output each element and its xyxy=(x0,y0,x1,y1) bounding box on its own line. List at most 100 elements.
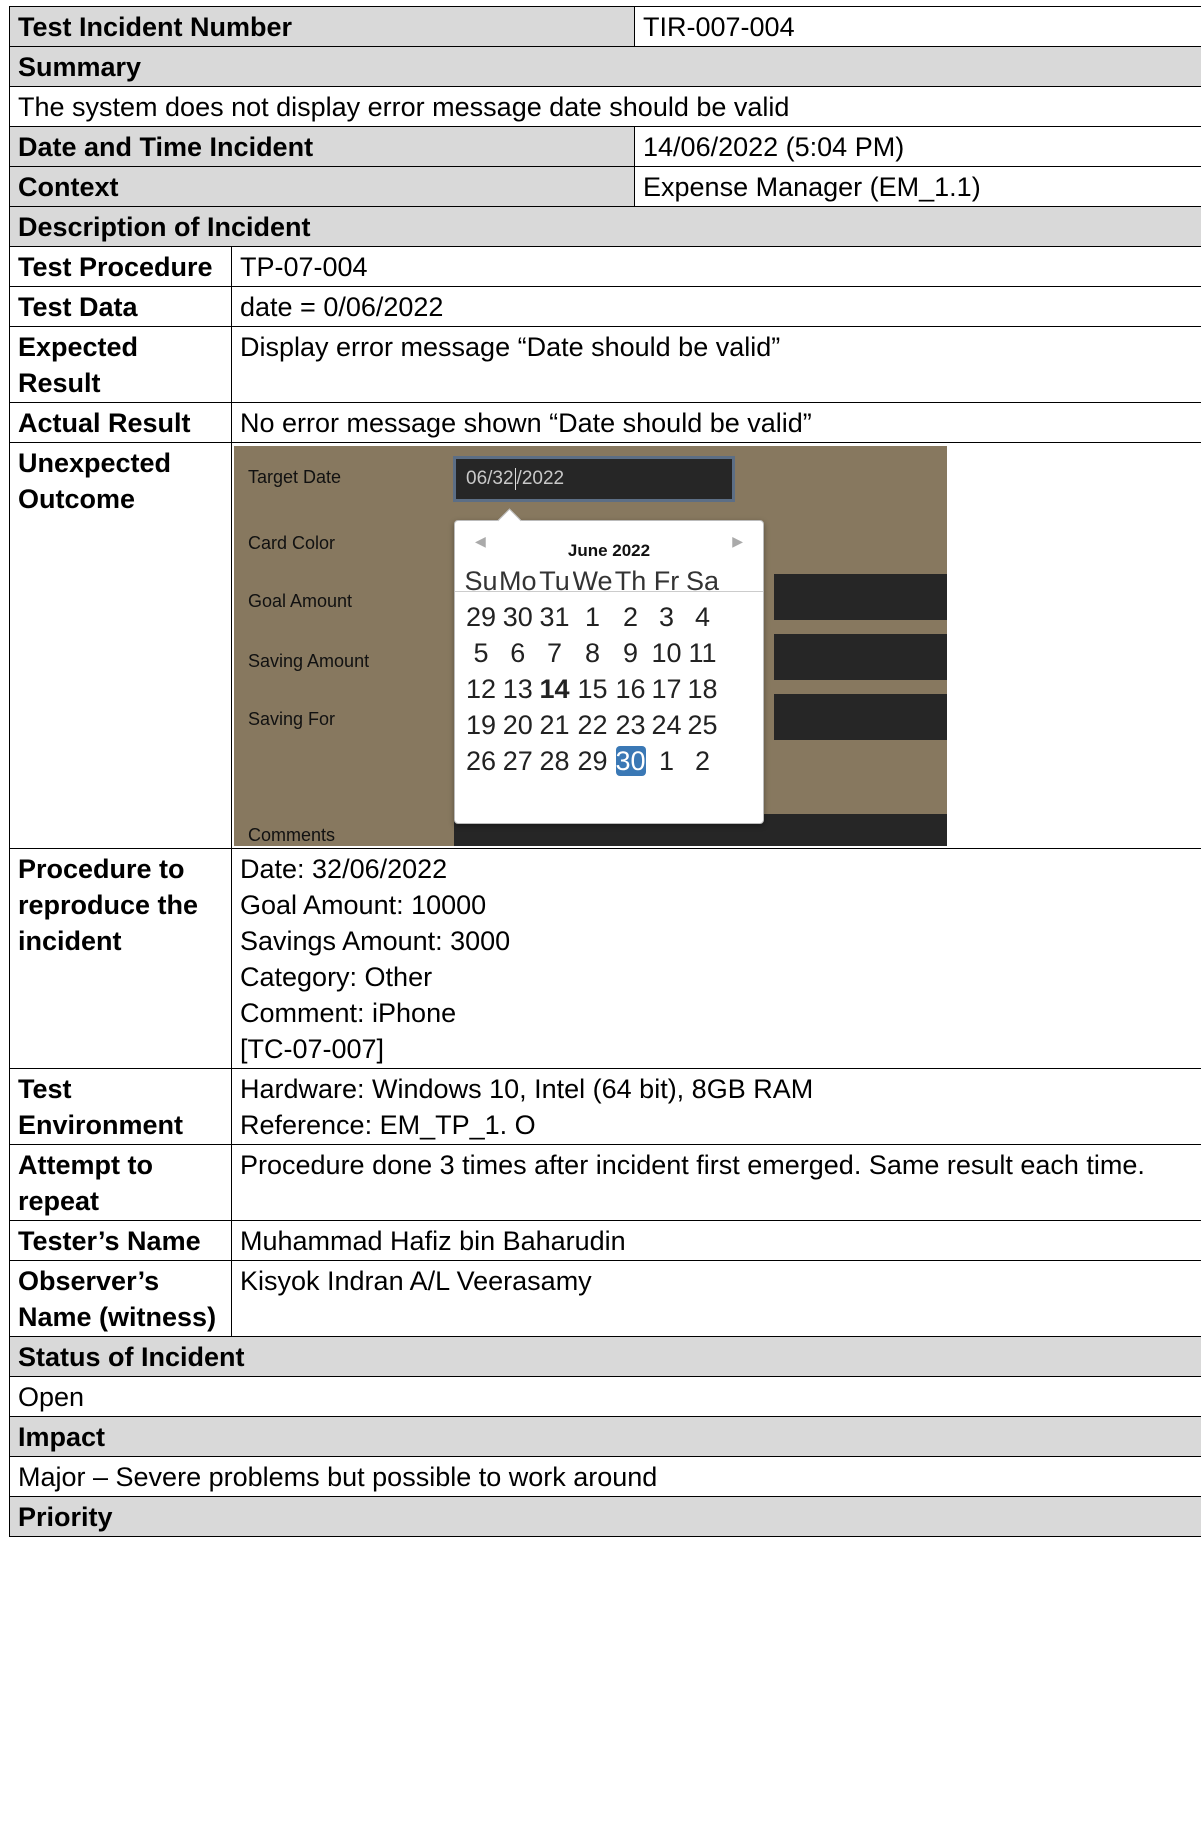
attempt-label: Attempt to repeat xyxy=(9,1144,232,1221)
actual-result-label: Actual Result xyxy=(9,402,232,443)
unexpected-outcome-label: Unexpected Outcome xyxy=(9,442,232,849)
description-heading: Description of Incident xyxy=(8,206,1201,247)
calendar-day[interactable]: 9 xyxy=(613,635,649,671)
calendar-day-number: 24 xyxy=(651,710,682,740)
calendar-day-number: 31 xyxy=(539,602,570,632)
calendar-day-number: 4 xyxy=(695,602,711,632)
calendar-day[interactable]: 29 xyxy=(573,743,613,779)
calendar-day[interactable]: 7 xyxy=(537,635,573,671)
next-month-icon[interactable]: ▶ xyxy=(732,531,743,551)
environment-value: Hardware: Windows 10, Intel (64 bit), 8G… xyxy=(230,1068,1201,1145)
calendar-day[interactable]: 5 xyxy=(463,635,499,671)
calendar-day[interactable]: 14 xyxy=(537,671,573,707)
weekday-label: Fr xyxy=(653,566,680,596)
calendar-day[interactable]: 11 xyxy=(685,635,721,671)
calendar-day[interactable]: 27 xyxy=(499,743,537,779)
calendar-day[interactable]: 30 xyxy=(499,599,537,635)
status-heading: Status of Incident xyxy=(8,1336,1201,1377)
calendar-day[interactable]: 2 xyxy=(613,599,649,635)
priority-heading: Priority xyxy=(8,1496,1201,1537)
calendar-day-number: 8 xyxy=(585,638,601,668)
environment-line: Hardware: Windows 10, Intel (64 bit), 8G… xyxy=(240,1074,814,1104)
procedure-line: Savings Amount: 3000 xyxy=(240,926,511,956)
calendar-week-row: 26 27 28 29 30 1 2 xyxy=(463,743,721,779)
calendar-week-row: 12 13 14 15 16 17 18 xyxy=(463,671,721,707)
calendar-day[interactable]: 15 xyxy=(573,671,613,707)
calendar-day-number: 29 xyxy=(577,746,608,776)
calendar-day-number: 17 xyxy=(651,674,682,704)
target-date-input[interactable]: 06/32/2022 xyxy=(453,456,735,502)
summary-heading-row: Summary xyxy=(8,46,1201,87)
calendar-day[interactable]: 28 xyxy=(537,743,573,779)
calendar-day[interactable]: 6 xyxy=(499,635,537,671)
calendar-day[interactable]: 26 xyxy=(463,743,499,779)
calendar-day-number: 23 xyxy=(615,710,646,740)
unexpected-outcome-row: Unexpected Outcome Target Date Card Colo… xyxy=(9,442,1201,849)
environment-row: Test Environment Hardware: Windows 10, I… xyxy=(9,1068,1201,1145)
calendar-day[interactable]: 8 xyxy=(573,635,613,671)
calendar-day[interactable]: 12 xyxy=(463,671,499,707)
goal-amount-label: Goal Amount xyxy=(248,591,353,611)
calendar-day[interactable]: 16 xyxy=(613,671,649,707)
procedure-line: Category: Other xyxy=(240,962,433,992)
calendar-day[interactable]: 19 xyxy=(463,707,499,743)
priority-heading-row: Priority xyxy=(8,1496,1201,1537)
calendar-day-number: 6 xyxy=(510,638,526,668)
test-incident-report-table: Test Incident Number TIR-007-004 Summary… xyxy=(8,6,1201,1537)
datetime-label: Date and Time Incident xyxy=(8,126,636,167)
calendar-day-number: 15 xyxy=(577,674,608,704)
calendar-day-number: 28 xyxy=(539,746,570,776)
calendar-day[interactable]: 1 xyxy=(649,743,685,779)
calendar-day[interactable]: 21 xyxy=(537,707,573,743)
environment-label: Test Environment xyxy=(9,1068,232,1145)
calendar-day[interactable]: 4 xyxy=(685,599,721,635)
test-data-label: Test Data xyxy=(9,286,232,327)
attempt-value: Procedure done 3 times after incident fi… xyxy=(230,1144,1201,1221)
calendar-day[interactable]: 29 xyxy=(463,599,499,635)
test-procedure-row: Test Procedure TP-07-004 xyxy=(9,246,1201,287)
saving-amount-label: Saving Amount xyxy=(248,651,370,671)
summary-text: The system does not display error messag… xyxy=(8,86,1201,127)
saving-amount-input[interactable] xyxy=(774,634,947,680)
procedure-label: Procedure to reproduce the incident xyxy=(9,848,232,1069)
context-label: Context xyxy=(8,166,636,207)
calendar-day[interactable]: 31 xyxy=(537,599,573,635)
calendar-day-number: 3 xyxy=(659,602,675,632)
observer-row: Observer’s Name (witness) Kisyok Indran … xyxy=(9,1260,1201,1337)
calendar-day-number: 2 xyxy=(695,746,711,776)
comments-label: Comments xyxy=(248,825,336,845)
calendar-day[interactable]: 22 xyxy=(573,707,613,743)
card-color-label: Card Color xyxy=(248,533,336,553)
saving-for-input[interactable] xyxy=(774,694,947,740)
calendar-day-number: 13 xyxy=(502,674,533,704)
calendar-day[interactable]: 2 xyxy=(685,743,721,779)
calendar-day[interactable]: 3 xyxy=(649,599,685,635)
calendar-day-number: 7 xyxy=(547,638,563,668)
summary-text-row: The system does not display error messag… xyxy=(8,86,1201,127)
goal-amount-input[interactable] xyxy=(774,574,947,620)
weekday-label: Mo xyxy=(499,566,537,596)
calendar-day-number: 26 xyxy=(465,746,497,776)
calendar-day[interactable]: 20 xyxy=(499,707,537,743)
saving-for-label: Saving For xyxy=(248,709,336,729)
calendar-day[interactable]: 30 xyxy=(613,743,649,779)
calendar-day-number: 30 xyxy=(502,602,533,632)
summary-heading: Summary xyxy=(8,46,1201,87)
calendar-week-row: 29 30 31 1 2 3 4 xyxy=(463,599,721,635)
calendar-day[interactable]: 23 xyxy=(613,707,649,743)
incident-number-value: TIR-007-004 xyxy=(634,6,1201,47)
calendar-day[interactable]: 24 xyxy=(649,707,685,743)
app-screenshot: Target Date Card Color Goal Amount Savin… xyxy=(234,446,947,846)
weekday-label: Su xyxy=(464,566,498,596)
calendar-day-number: 16 xyxy=(615,674,646,704)
calendar-day[interactable]: 18 xyxy=(685,671,721,707)
calendar-day[interactable]: 17 xyxy=(649,671,685,707)
calendar-day[interactable]: 1 xyxy=(573,599,613,635)
calendar-day[interactable]: 10 xyxy=(649,635,685,671)
calendar-day[interactable]: 13 xyxy=(499,671,537,707)
calendar-day[interactable]: 25 xyxy=(685,707,721,743)
unexpected-outcome-cell: Target Date Card Color Goal Amount Savin… xyxy=(230,442,1201,849)
test-data-row: Test Data date = 0/06/2022 xyxy=(9,286,1201,327)
weekday-label: Tu xyxy=(539,566,570,596)
description-heading-row: Description of Incident xyxy=(8,206,1201,247)
